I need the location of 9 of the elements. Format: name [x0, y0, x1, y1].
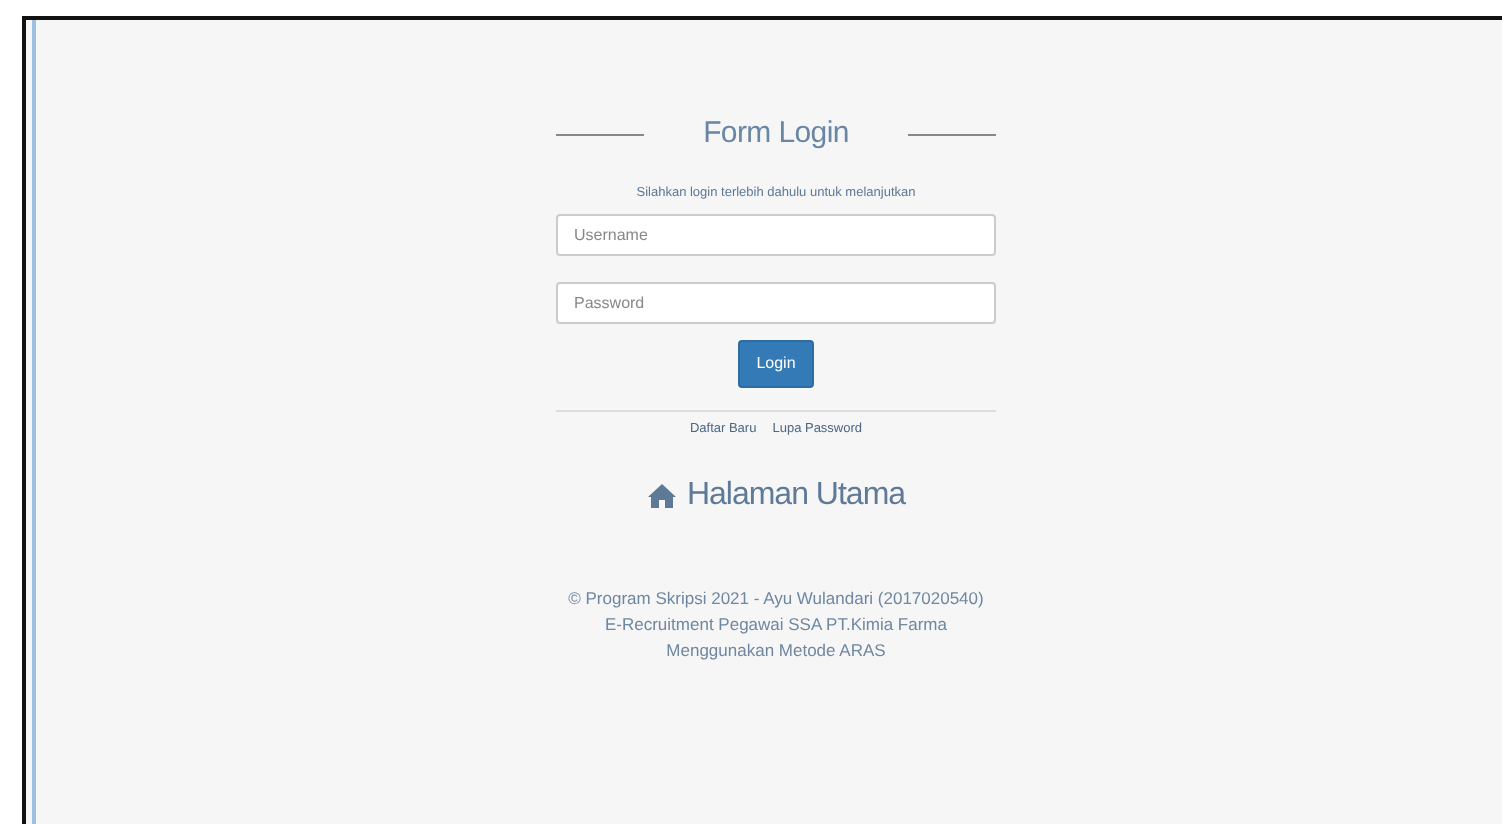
footer-text: E-Recruitment Pegawai SSA PT.Kimia Farma	[602, 611, 949, 638]
form-title: Form Login	[701, 116, 851, 152]
home-link[interactable]: Halaman Utama	[646, 471, 906, 520]
footer-text: © Program Skripsi 2021 - Ayu Wulandari (2017020540)	[566, 585, 986, 612]
house-icon	[646, 481, 679, 510]
password-field[interactable]: Password	[556, 281, 996, 324]
footer-text: Menggunakan Metode ARAS	[664, 637, 888, 664]
login-button[interactable]: Login	[738, 339, 814, 388]
username-field[interactable]: Username	[556, 213, 996, 256]
